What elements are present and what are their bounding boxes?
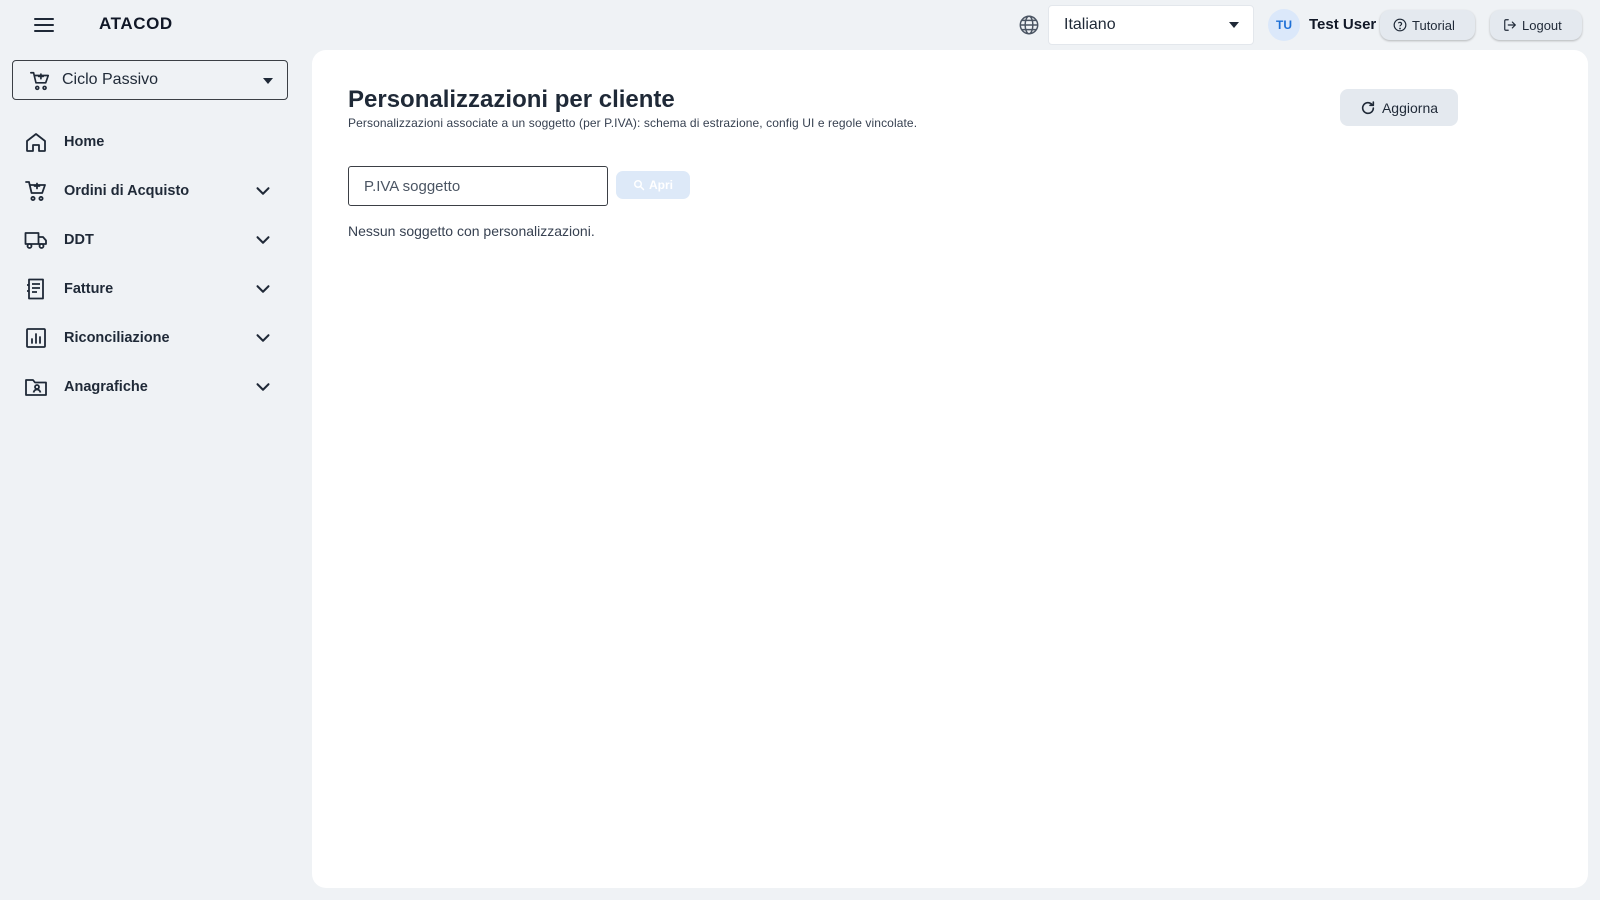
tutorial-button[interactable]: Tutorial	[1380, 10, 1475, 40]
page-subtitle: Personalizzazioni associate a un soggett…	[348, 116, 918, 130]
open-label: Apri	[649, 178, 673, 192]
sidebar-item-label: Ordini di Acquisto	[64, 183, 190, 199]
module-value: Ciclo Passivo	[62, 71, 159, 88]
chart-icon	[24, 326, 48, 350]
sidebar-item-home[interactable]: Home	[12, 118, 288, 167]
logout-icon	[1503, 18, 1517, 32]
caret-down-icon	[1229, 22, 1239, 28]
avatar[interactable]: TU	[1268, 9, 1300, 41]
invoice-icon	[24, 277, 48, 301]
logout-label: Logout	[1522, 17, 1562, 33]
sidebar-nav: Home Ordini di Acquisto DDT Fatture Rico…	[12, 118, 288, 412]
cart-icon	[29, 70, 51, 92]
chevron-down-icon[interactable]	[252, 180, 274, 202]
language-value: Italiano	[1064, 16, 1116, 33]
truck-icon	[24, 228, 48, 252]
sidebar-item-fatture[interactable]: Fatture	[12, 265, 288, 314]
sidebar-item-ddt[interactable]: DDT	[12, 216, 288, 265]
tutorial-label: Tutorial	[1412, 17, 1455, 33]
top-bar: ATACOD Italiano TU Test User Tutorial Lo…	[0, 0, 1600, 50]
help-circle-icon	[1393, 18, 1407, 32]
refresh-label: Aggiorna	[1381, 99, 1439, 116]
chevron-down-icon[interactable]	[252, 278, 274, 300]
sidebar-item-label: Home	[64, 134, 105, 150]
globe-icon	[1018, 14, 1040, 36]
sidebar-item-riconciliazione[interactable]: Riconciliazione	[12, 314, 288, 363]
cart-icon	[24, 179, 48, 203]
module-select[interactable]: Ciclo Passivo	[12, 60, 288, 100]
main-card: Personalizzazioni per cliente Personaliz…	[312, 50, 1588, 888]
chevron-down-icon[interactable]	[252, 376, 274, 398]
piva-input[interactable]	[348, 166, 608, 206]
chevron-down-icon[interactable]	[252, 229, 274, 251]
chevron-down-icon[interactable]	[252, 327, 274, 349]
refresh-icon	[1360, 100, 1376, 116]
empty-state-message: Nessun soggetto con personalizzazioni.	[348, 223, 595, 239]
home-icon	[24, 130, 48, 154]
logout-button[interactable]: Logout	[1490, 10, 1582, 40]
sidebar-item-label: Riconciliazione	[64, 330, 170, 346]
user-name: Test User	[1309, 16, 1377, 33]
open-button[interactable]: Apri	[616, 171, 690, 199]
contacts-folder-icon	[24, 375, 48, 399]
language-select[interactable]: Italiano	[1048, 5, 1254, 45]
page-title: Personalizzazioni per cliente	[348, 86, 675, 113]
sidebar-item-ordini-di-acquisto[interactable]: Ordini di Acquisto	[12, 167, 288, 216]
search-icon	[633, 179, 645, 191]
refresh-button[interactable]: Aggiorna	[1340, 89, 1458, 126]
app-brand: ATACOD	[99, 14, 173, 33]
sidebar-item-label: Fatture	[64, 281, 114, 297]
sidebar-item-label: Anagrafiche	[64, 379, 148, 395]
sidebar-item-anagrafiche[interactable]: Anagrafiche	[12, 363, 288, 412]
sidebar-item-label: DDT	[64, 232, 94, 248]
hamburger-menu-icon[interactable]	[30, 11, 58, 39]
caret-down-icon	[263, 78, 273, 84]
